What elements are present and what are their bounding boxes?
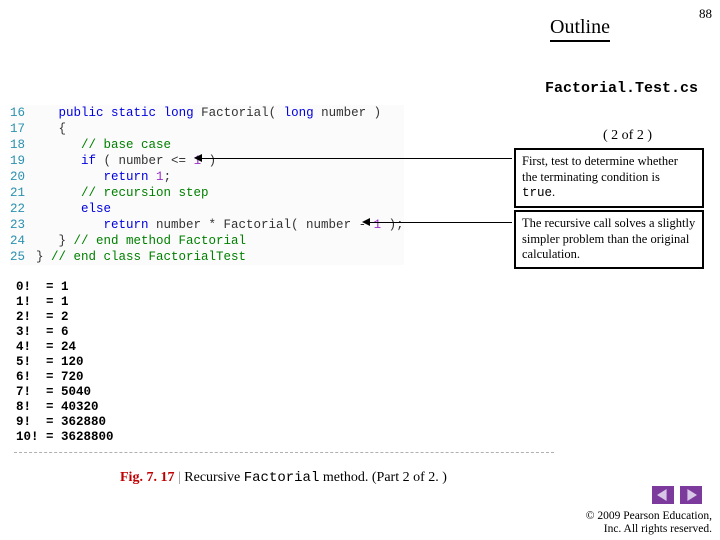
code-block: 16 public static long Factorial( long nu… <box>10 105 404 265</box>
slide-nav <box>652 486 702 504</box>
arrow-left-icon <box>194 154 202 162</box>
code-line: 25} // end class FactorialTest <box>10 249 404 265</box>
annotation-connector <box>202 158 512 159</box>
code-line: 23 return number * Factorial( number - 1… <box>10 217 404 233</box>
code-line: 19 if ( number <= 1 ) <box>10 153 404 169</box>
arrow-left-icon <box>362 218 370 226</box>
next-triangle-icon <box>685 489 697 501</box>
annotation-connector <box>370 222 512 223</box>
code-line: 17 { <box>10 121 404 137</box>
prev-slide-button[interactable] <box>652 486 674 504</box>
caption-text: method. (Part 2 of 2. ) <box>319 470 447 485</box>
copyright-line: © 2009 Pearson Education, <box>586 510 712 523</box>
program-output: 0! = 1 1! = 1 2! = 2 3! = 6 4! = 24 5! =… <box>16 280 114 445</box>
output-line: 8! = 40320 <box>16 400 114 415</box>
output-line: 4! = 24 <box>16 340 114 355</box>
annotation-note: First, test to determine whether the ter… <box>514 148 704 208</box>
output-line: 9! = 362880 <box>16 415 114 430</box>
output-line: 10! = 3628800 <box>16 430 114 445</box>
code-line: 24 } // end method Factorial <box>10 233 404 249</box>
annotation-text: . <box>552 185 555 199</box>
output-line: 1! = 1 <box>16 295 114 310</box>
output-line: 5! = 120 <box>16 355 114 370</box>
code-line: 21 // recursion step <box>10 185 404 201</box>
output-line: 3! = 6 <box>16 325 114 340</box>
output-line: 0! = 1 <box>16 280 114 295</box>
code-line: 18 // base case <box>10 137 404 153</box>
figure-number: Fig. 7. 17 <box>120 470 174 485</box>
outline-title: Outline <box>550 16 610 42</box>
caption-code-word: Factorial <box>244 470 320 486</box>
code-line: 22 else <box>10 201 404 217</box>
caption-text: Recursive <box>184 470 243 485</box>
output-line: 6! = 720 <box>16 370 114 385</box>
annotation-text: First, test to determine whether the ter… <box>522 154 678 184</box>
code-line: 20 return 1; <box>10 169 404 185</box>
code-line: 16 public static long Factorial( long nu… <box>10 105 404 121</box>
copyright: © 2009 Pearson Education, Inc. All right… <box>586 510 712 536</box>
part-label: ( 2 of 2 ) <box>603 128 652 144</box>
separator <box>14 452 554 453</box>
source-file-label: Factorial.Test.cs <box>545 80 698 97</box>
caption-divider: | <box>174 470 184 485</box>
output-line: 7! = 5040 <box>16 385 114 400</box>
figure-caption: Fig. 7. 17 | Recursive Factorial method.… <box>120 470 447 486</box>
copyright-line: Inc. All rights reserved. <box>586 523 712 536</box>
output-line: 2! = 2 <box>16 310 114 325</box>
annotation-code-word: true <box>522 186 552 200</box>
annotation-note: The recursive call solves a slightly sim… <box>514 210 704 269</box>
annotation-text: The recursive call solves a slightly sim… <box>522 216 695 261</box>
next-slide-button[interactable] <box>680 486 702 504</box>
prev-triangle-icon <box>657 489 669 501</box>
page-number: 88 <box>699 6 712 22</box>
